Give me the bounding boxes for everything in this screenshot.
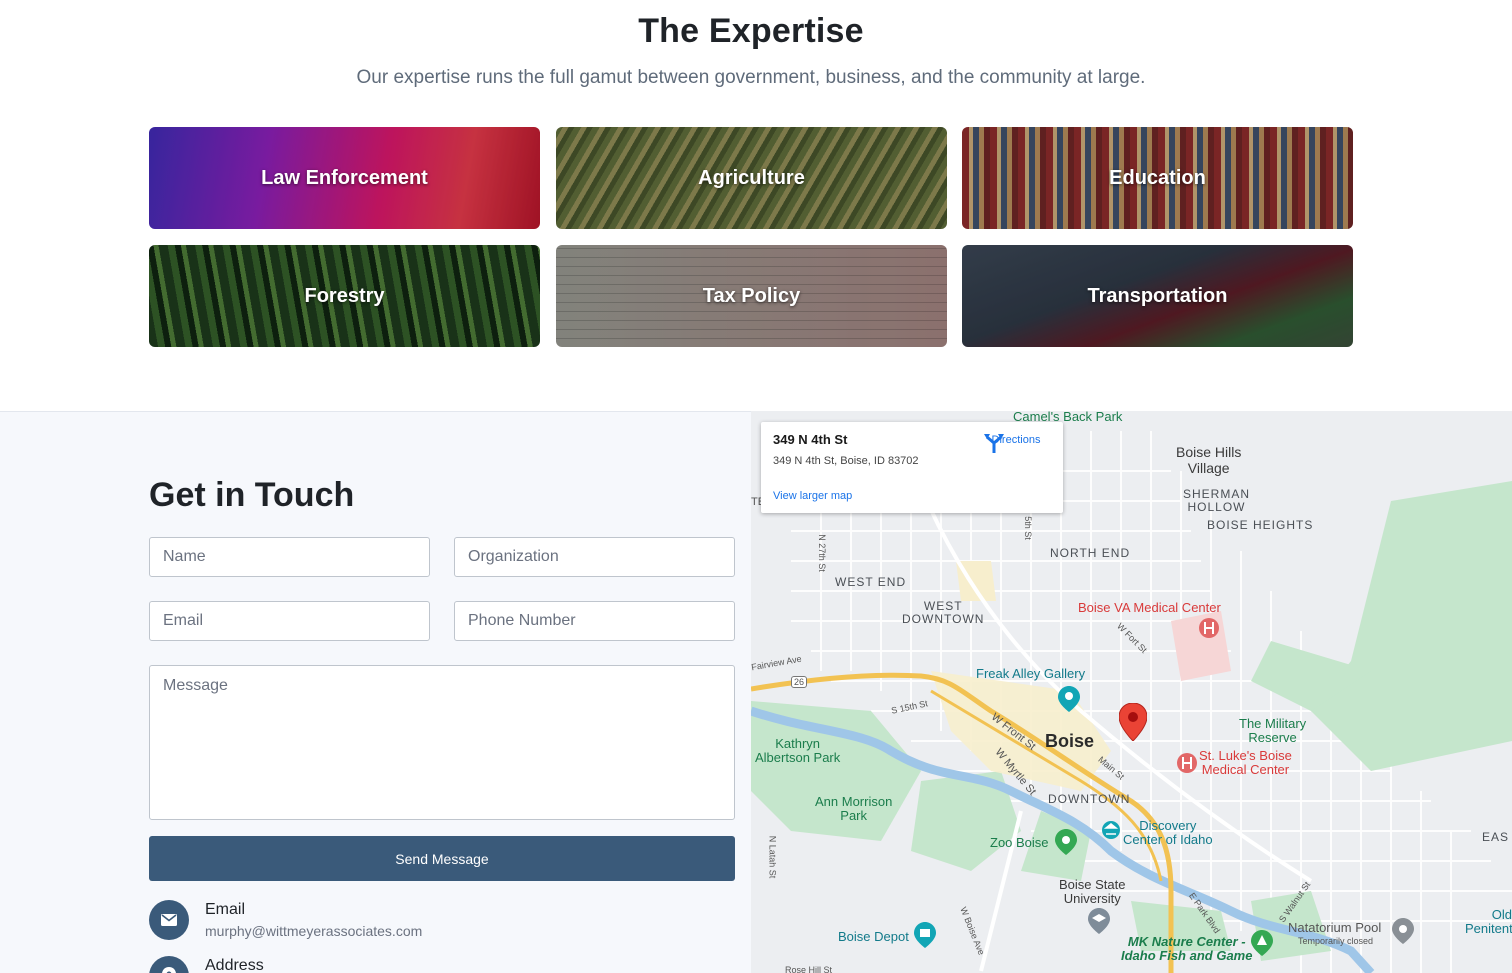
map-label-boise-hills: Boise Hills Village [1176, 444, 1242, 476]
view-larger-map-link[interactable]: View larger map [773, 490, 852, 502]
zoo-pin-icon[interactable] [1055, 829, 1077, 855]
location-pin-icon[interactable] [1119, 703, 1147, 741]
map-embed[interactable]: Camel's Back Park Boise Hills Village SH… [751, 411, 1512, 973]
expertise-section: The Expertise Our expertise runs the ful… [0, 0, 1512, 411]
phone-field[interactable] [454, 601, 735, 641]
expertise-subtitle: Our expertise runs the full gamut betwee… [356, 67, 1146, 88]
map-label-zoo-boise: Zoo Boise [990, 835, 1049, 850]
map-label-natatorium: Natatorium Pool [1288, 920, 1382, 935]
tile-label: Education [1109, 166, 1206, 189]
tile-label: Transportation [1087, 284, 1228, 307]
gallery-pin-icon[interactable] [1058, 686, 1080, 712]
map-label-military-reserve: The Military Reserve [1239, 716, 1307, 745]
map-label-downtown: DOWNTOWN [1048, 792, 1131, 806]
hospital-icon[interactable] [1198, 617, 1220, 639]
hospital-icon[interactable] [1176, 752, 1198, 774]
tile-forestry[interactable]: Forestry [149, 245, 540, 347]
museum-pin-icon[interactable] [1101, 820, 1121, 840]
map-label-mk-nature: MK Nature Center - Idaho Fish and Game [1121, 934, 1253, 963]
map-label-old-ida: Old Ida Penitentiary [1465, 907, 1512, 936]
map-label-west-end: WEST END [835, 575, 907, 589]
email-icon [149, 900, 189, 940]
address-label: Address [205, 957, 264, 973]
map-label-ann-morrison: Ann Morrison Park [815, 794, 893, 823]
map-label-boise: Boise [1045, 731, 1095, 751]
tile-agriculture[interactable]: Agriculture [556, 127, 947, 229]
message-field[interactable] [149, 665, 735, 820]
map-label-kathryn: Kathryn Albertson Park [755, 736, 841, 765]
tile-label: Agriculture [698, 166, 805, 189]
map-label-hwy26: 26 [791, 676, 808, 688]
email-label: Email [205, 901, 246, 918]
email-value: murphy@wittmeyerassociates.com [205, 923, 423, 939]
contact-title: Get in Touch [149, 476, 355, 514]
map-label-boise-heights: BOISE HEIGHTS [1207, 518, 1314, 532]
email-field[interactable] [149, 601, 430, 641]
map-label-discovery: Discovery Center of Idaho [1123, 818, 1213, 847]
map-label-bsu: Boise State University [1059, 877, 1126, 906]
map-card-address: 349 N 4th St, Boise, ID 83702 [773, 455, 919, 467]
tile-label: Law Enforcement [261, 166, 428, 189]
map-card-title: 349 N 4th St [773, 432, 848, 447]
organization-field[interactable] [454, 537, 735, 577]
map-label-nlatah: N Latah St [767, 835, 778, 879]
nature-center-pin-icon[interactable] [1251, 930, 1273, 956]
map-label-west-downtown: WEST DOWNTOWN [902, 599, 985, 626]
directions-icon [984, 434, 1004, 453]
tile-law-enforcement[interactable]: Law Enforcement [149, 127, 540, 229]
tile-tax-policy[interactable]: Tax Policy [556, 245, 947, 347]
tile-education[interactable]: Education [962, 127, 1353, 229]
map-label-sherman-hollow: SHERMAN HOLLOW [1183, 487, 1251, 514]
map-info-card: 349 N 4th St 349 N 4th St, Boise, ID 837… [761, 422, 1063, 513]
tile-label: Forestry [304, 284, 385, 307]
name-field[interactable] [149, 537, 430, 577]
map-label-boise-depot: Boise Depot [838, 929, 909, 944]
map-label-rosehill: Rose Hill St [785, 965, 833, 973]
depot-pin-icon[interactable] [914, 922, 936, 948]
map-label-5th: 5th St [1022, 516, 1033, 540]
map-label-st-lukes: St. Luke's Boise Medical Center [1199, 748, 1292, 777]
map-label-va-center: Boise VA Medical Center [1078, 600, 1221, 615]
pool-pin-icon[interactable] [1392, 918, 1414, 944]
location-icon [149, 956, 189, 973]
tile-transportation[interactable]: Transportation [962, 245, 1353, 347]
map-label-north-end: NORTH END [1050, 546, 1131, 560]
map-label-temp-closed: Temporarily closed [1298, 936, 1374, 946]
tile-label: Tax Policy [702, 284, 801, 307]
expertise-title: The Expertise [638, 12, 864, 50]
contact-section: Get in Touch Send Message Email murphy@w… [0, 411, 751, 973]
university-pin-icon[interactable] [1088, 908, 1110, 934]
map-label-east: EAS [1482, 830, 1510, 844]
directions-button[interactable]: Directions [983, 432, 1049, 453]
map-label-n27th: N 27th St [816, 534, 827, 572]
map-label-freak-alley: Freak Alley Gallery [976, 666, 1086, 681]
send-message-button[interactable]: Send Message [149, 836, 735, 881]
